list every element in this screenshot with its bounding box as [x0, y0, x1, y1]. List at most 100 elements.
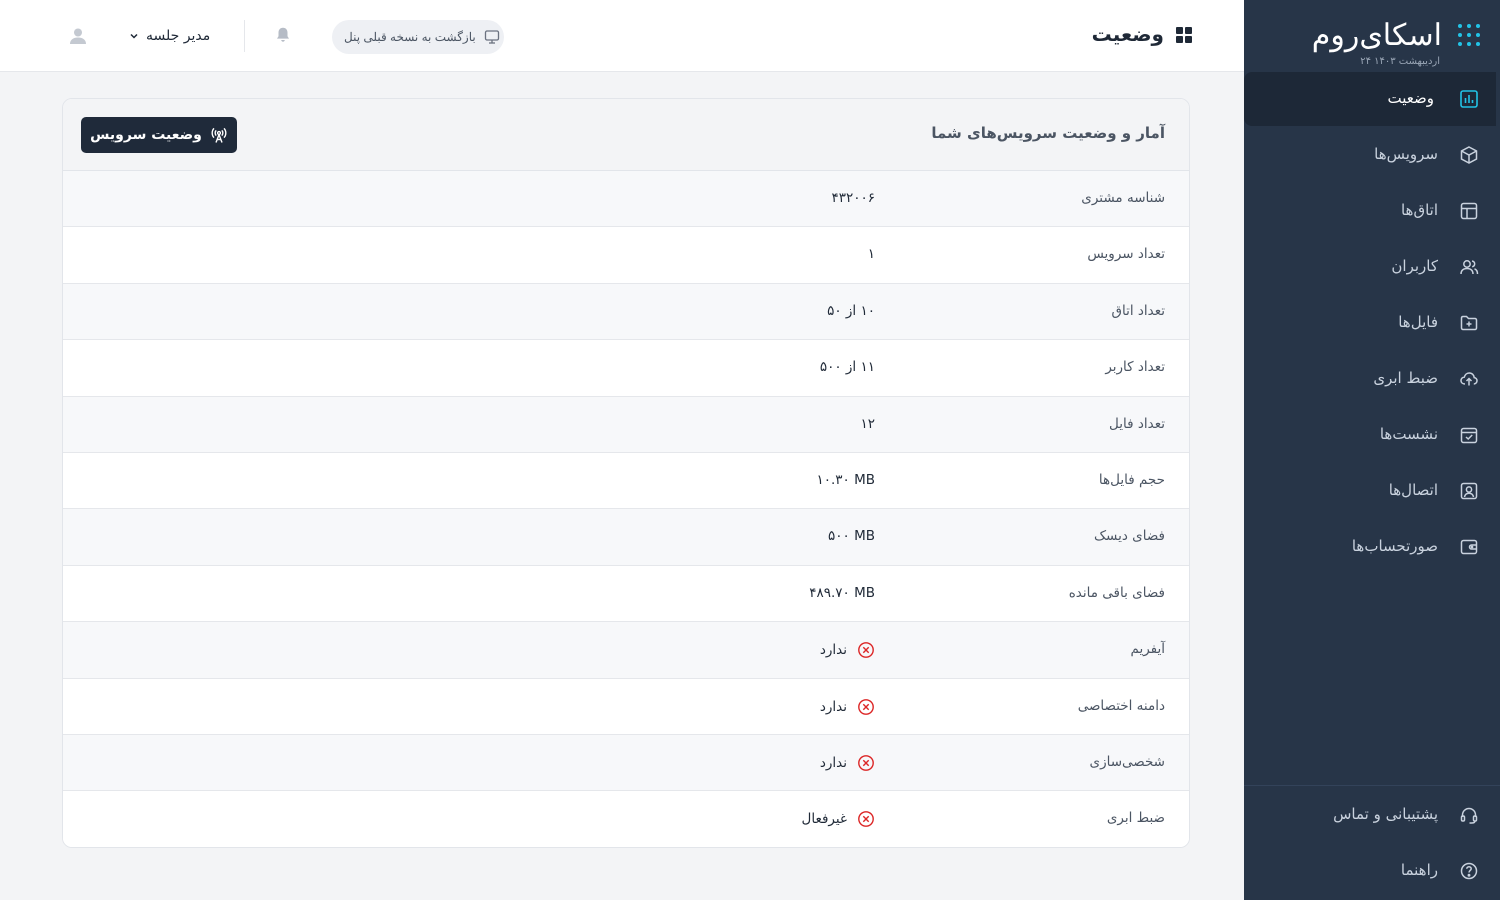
row-label: تعداد سرویس [1087, 246, 1165, 263]
sidebar-item-label: وضعیت [1387, 89, 1434, 107]
bell-icon[interactable] [274, 26, 292, 44]
table-row: فضای باقی مانده ۴۸۹.۷۰ MB [63, 565, 1189, 623]
page-title: وضعیت [1091, 22, 1164, 46]
apps-grid-icon[interactable] [1458, 24, 1480, 46]
sidebar-item-label: سرویس‌ها [1374, 145, 1438, 163]
x-circle-icon [857, 641, 875, 659]
row-value: ۱۰ از ۵۰ [827, 303, 875, 319]
row-value-text: ۵۰۰ MB [828, 528, 875, 545]
card-title: آمار و وضعیت سرویس‌های شما [931, 124, 1165, 142]
sidebar-item-label: کاربران [1391, 257, 1438, 275]
row-label: فضای باقی مانده [1068, 584, 1165, 601]
row-value: غیرفعال [802, 810, 875, 828]
layout-icon [1458, 200, 1480, 222]
contact-icon [1458, 480, 1480, 502]
row-label: حجم فایل‌ها [1098, 471, 1165, 488]
sidebar: اسکای‌روم ۲۴ اردیبهشت ۱۴۰۳ وضعیت سرویس‌ه… [1244, 0, 1500, 900]
row-label: شناسه مشتری [1081, 190, 1165, 206]
sidebar-item-connections[interactable]: اتصال‌ها [1244, 464, 1500, 518]
sidebar-item-sessions[interactable]: نشست‌ها [1244, 408, 1500, 462]
card-header: آمار و وضعیت سرویس‌های شما وضعیت سرویس [63, 99, 1189, 171]
row-value: ۱۰.۳۰ MB [817, 472, 876, 488]
back-button-label: بازگشت به نسخه قبلی پنل [344, 30, 476, 44]
sidebar-item-label: اتاق‌ها [1400, 201, 1438, 219]
monitor-icon [484, 29, 500, 45]
table-row: آیفریم ندارد [63, 622, 1189, 679]
sidebar-item-users[interactable]: کاربران [1244, 240, 1500, 294]
service-stats-card: آمار و وضعیت سرویس‌های شما وضعیت سرویس ش… [62, 98, 1190, 848]
row-label: تعداد کاربر [1105, 359, 1165, 376]
brand-logo-text: اسکای‌روم [1311, 18, 1442, 53]
sidebar-nav: وضعیت سرویس‌ها اتاق‌ها کاربران فایل‌ها [1244, 72, 1500, 576]
table-row: تعداد اتاق ۱۰ از ۵۰ [63, 283, 1189, 341]
x-circle-icon [857, 698, 875, 716]
row-value-text: ۱۰ از ۵۰ [827, 302, 875, 319]
brand[interactable]: اسکای‌روم ۲۴ اردیبهشت ۱۴۰۳ [1264, 18, 1480, 72]
row-value-text: ندارد [819, 754, 847, 771]
current-date: ۲۴ اردیبهشت ۱۴۰۳ [1360, 56, 1440, 67]
row-value-text: ندارد [819, 698, 847, 715]
sidebar-item-label: صورتحساب‌ها [1351, 537, 1438, 555]
calendar-check-icon [1458, 424, 1480, 446]
sidebar-divider [1244, 785, 1500, 786]
avatar[interactable] [68, 26, 88, 46]
row-value-text: ۱ [867, 246, 875, 263]
sidebar-item-label: فایل‌ها [1398, 313, 1438, 331]
sidebar-bottom-nav: پشتیبانی و تماس راهنما [1244, 788, 1500, 900]
wallet-icon [1458, 536, 1480, 558]
cloud-upload-icon [1458, 368, 1480, 390]
service-status-button[interactable]: وضعیت سرویس [81, 117, 237, 153]
row-value-text: ۴۸۹.۷۰ MB [809, 584, 875, 601]
table-row: دامنه اختصاصی ندارد [63, 678, 1189, 735]
sidebar-item-files[interactable]: فایل‌ها [1244, 296, 1500, 350]
row-value: ۱۱ از ۵۰۰ [820, 359, 875, 375]
row-value: ۴۸۹.۷۰ MB [809, 585, 875, 601]
sidebar-item-support[interactable]: پشتیبانی و تماس [1244, 788, 1500, 842]
users-icon [1458, 256, 1480, 278]
table-row: شناسه مشتری ۴۳۲۰۰۶ [63, 171, 1189, 228]
table-row: ضبط ابری غیرفعال [63, 791, 1189, 847]
row-value: ندارد [820, 698, 875, 716]
topbar: وضعیت بازگشت به نسخه قبلی پنل مدیر جلسه [0, 0, 1244, 72]
table-row: تعداد کاربر ۱۱ از ۵۰۰ [63, 340, 1189, 397]
x-circle-icon [857, 754, 875, 772]
row-value-text: ۱۰.۳۰ MB [816, 471, 876, 488]
row-value-text: غیرفعال [801, 811, 847, 828]
row-label: شخصی‌سازی [1089, 753, 1166, 770]
sidebar-item-label: پشتیبانی و تماس [1333, 805, 1438, 823]
topbar-divider [244, 20, 245, 52]
row-value-text: ۴۳۲۰۰۶ [831, 190, 875, 206]
folder-plus-icon [1458, 312, 1480, 334]
broadcast-tower-icon [210, 126, 228, 144]
table-row: تعداد فایل ۱۲ [63, 396, 1189, 453]
row-value: ۵۰۰ MB [828, 528, 875, 544]
row-label: تعداد اتاق [1111, 302, 1165, 319]
sidebar-item-rooms[interactable]: اتاق‌ها [1244, 184, 1500, 238]
user-role-dropdown[interactable]: مدیر جلسه [128, 24, 210, 48]
chart-icon [1458, 88, 1480, 110]
table-row: فضای دیسک ۵۰۰ MB [63, 509, 1189, 566]
sidebar-item-invoices[interactable]: صورتحساب‌ها [1244, 520, 1500, 574]
chevron-down-icon [128, 30, 140, 42]
row-label: تعداد فایل [1109, 415, 1165, 432]
stats-table: شناسه مشتری ۴۳۲۰۰۶ تعداد سرویس ۱ تعداد ا… [63, 171, 1189, 847]
table-row: تعداد سرویس ۱ [63, 227, 1189, 284]
row-label: آیفریم [1130, 641, 1165, 658]
table-row: شخصی‌سازی ندارد [63, 734, 1189, 792]
row-value: ندارد [820, 754, 875, 772]
box-icon [1458, 144, 1480, 166]
back-to-old-panel-button[interactable]: بازگشت به نسخه قبلی پنل [332, 20, 504, 54]
table-row: حجم فایل‌ها ۱۰.۳۰ MB [63, 452, 1189, 510]
sidebar-item-cloud-recording[interactable]: ضبط ابری [1244, 352, 1500, 406]
row-label: فضای دیسک [1093, 528, 1165, 545]
row-label: دامنه اختصاصی [1077, 697, 1165, 714]
row-label: ضبط ابری [1106, 810, 1165, 827]
sidebar-item-label: ضبط ابری [1373, 369, 1438, 387]
sidebar-item-services[interactable]: سرویس‌ها [1244, 128, 1500, 182]
row-value: ندارد [820, 641, 875, 659]
x-circle-icon [857, 810, 875, 828]
row-value: ۴۳۲۰۰۶ [831, 190, 875, 206]
sidebar-item-status[interactable]: وضعیت [1244, 72, 1496, 126]
help-icon [1458, 860, 1480, 882]
sidebar-item-help[interactable]: راهنما [1244, 844, 1500, 898]
